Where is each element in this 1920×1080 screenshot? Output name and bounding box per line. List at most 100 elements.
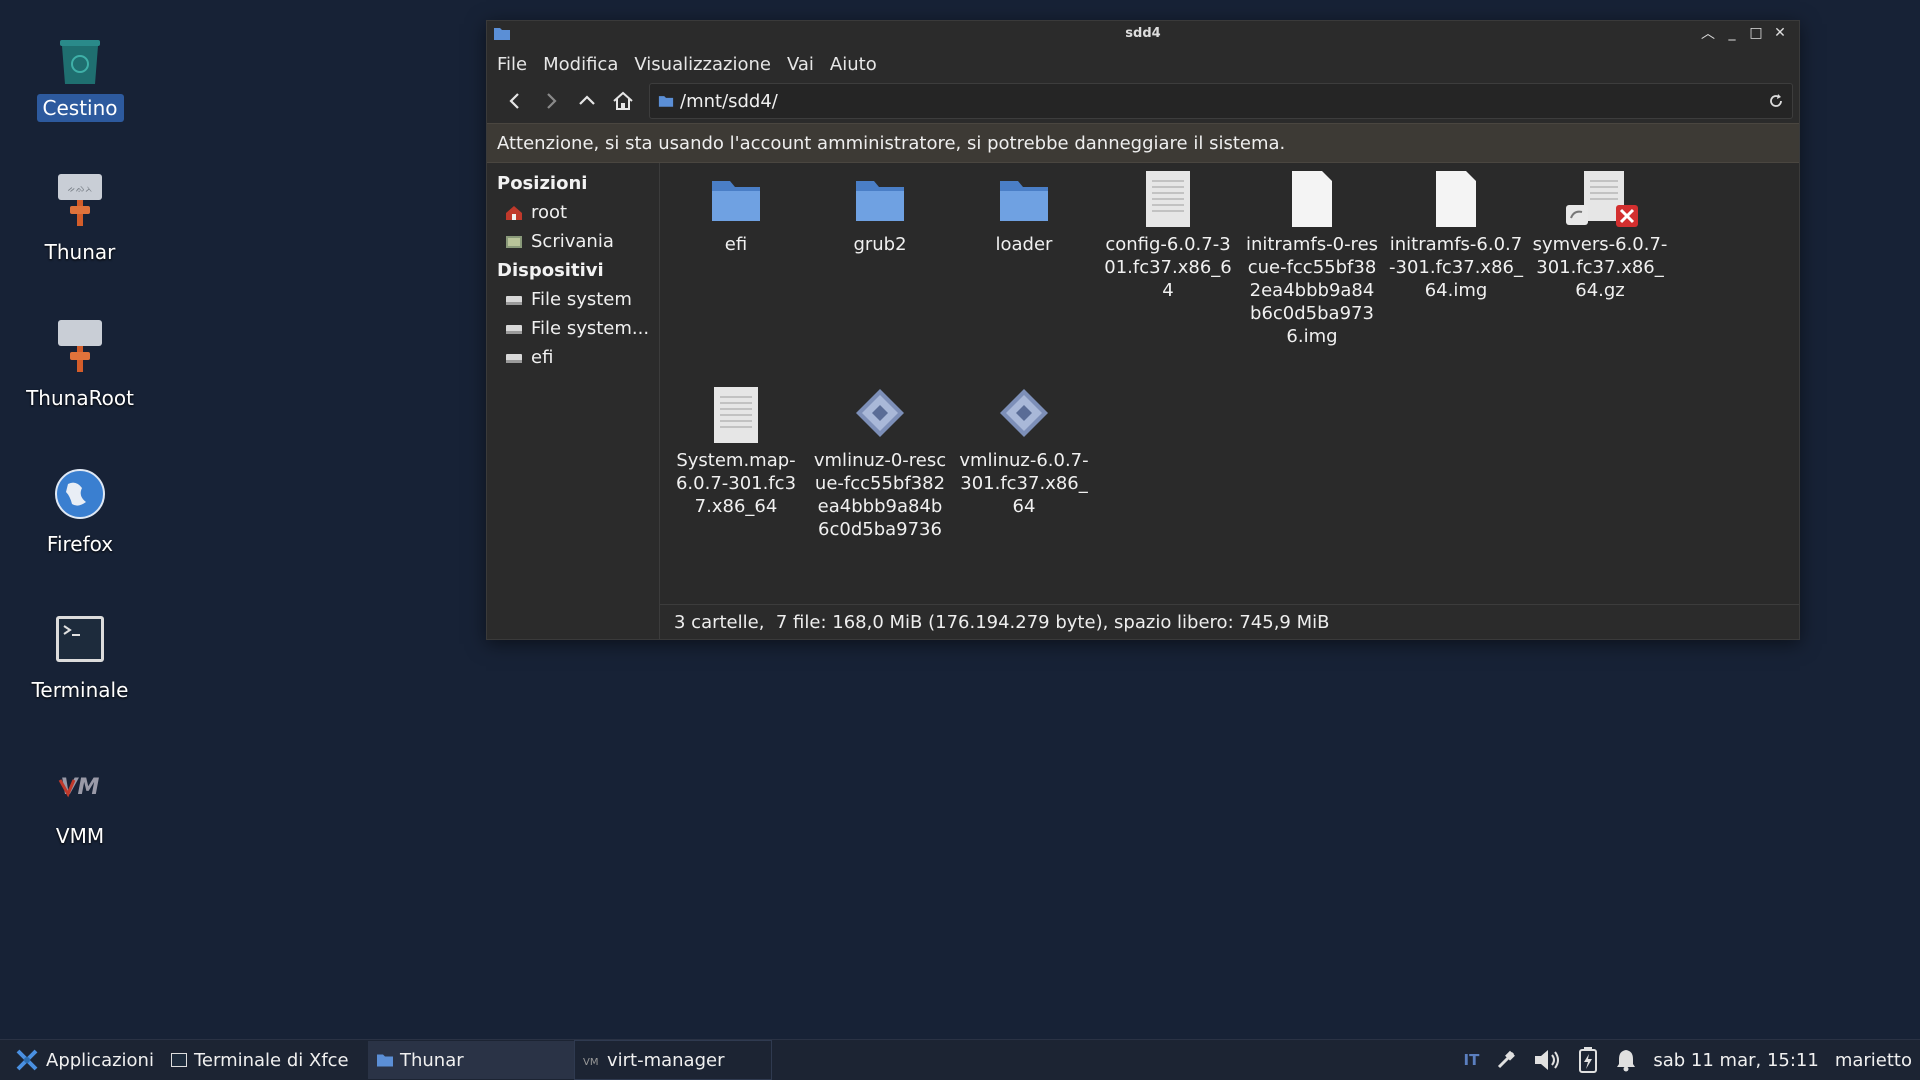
menu-file[interactable]: File: [497, 54, 527, 75]
clock[interactable]: sab 11 mar, 15:11: [1653, 1050, 1818, 1071]
toolbar: /mnt/sdd4/: [487, 81, 1799, 121]
folder-icon: [850, 169, 910, 229]
network-icon[interactable]: [1495, 1049, 1517, 1071]
sidebar-item-label: File system: [531, 289, 632, 310]
window-titlebar[interactable]: sdd4 ︿ _ □ ✕: [487, 21, 1799, 47]
blank-file-icon: [1282, 169, 1342, 229]
file-name: symvers-6.0.7-301.fc37.x86_64.gz: [1532, 234, 1668, 301]
menu-view[interactable]: Visualizzazione: [634, 54, 771, 75]
notification-bell-icon[interactable]: [1615, 1048, 1637, 1072]
file-name: vmlinuz-6.0.7-301.fc37.x86_64: [959, 450, 1089, 517]
desktop-icon-terminal[interactable]: Terminale: [10, 608, 150, 704]
menu-bar: File Modifica Visualizzazione Vai Aiuto: [487, 47, 1799, 81]
file-item-folder[interactable]: efi: [668, 169, 804, 256]
parent-folder-button[interactable]: [569, 84, 605, 118]
task-label: virt-manager: [606, 1049, 725, 1071]
location-bar[interactable]: /mnt/sdd4/: [649, 83, 1793, 119]
keyboard-layout-indicator[interactable]: IT: [1464, 1051, 1480, 1069]
admin-warning-text: Attenzione, si sta usando l'account ammi…: [497, 132, 1286, 154]
battery-charging-icon[interactable]: [1577, 1046, 1599, 1074]
file-name: config-6.0.7-301.fc37.x86_64: [1104, 234, 1232, 301]
sidebar-item-efi[interactable]: efi: [487, 343, 659, 372]
file-manager-icon: ᨀᨁᨂ: [48, 170, 112, 234]
globe-icon: [48, 462, 112, 526]
back-button[interactable]: [497, 84, 533, 118]
forward-arrow-icon: [547, 93, 557, 109]
desktop-icon-trash[interactable]: Cestino: [10, 26, 150, 122]
sidebar-section-places: Posizioni: [497, 173, 588, 194]
xfce-logo-icon: [16, 1049, 38, 1071]
status-bar: 3 cartelle, 7 file: 168,0 MiB (176.194.2…: [660, 604, 1799, 639]
home-icon: [505, 205, 523, 221]
file-item-folder[interactable]: loader: [956, 169, 1092, 256]
folder-icon: [994, 169, 1054, 229]
svg-text:ᨀᨁᨂ: ᨀᨁᨂ: [67, 184, 92, 195]
desktop-icon-label: ThunaRoot: [26, 386, 134, 410]
home-button[interactable]: [605, 84, 641, 118]
task-terminal[interactable]: Terminale di Xfce: [162, 1041, 368, 1079]
desktop-icon-thunar[interactable]: ᨀᨁᨂ Thunar: [10, 170, 150, 266]
menu-help[interactable]: Aiuto: [830, 54, 877, 75]
up-arrow-icon: [579, 95, 595, 105]
sidebar-item-desktop[interactable]: Scrivania: [487, 227, 659, 256]
desktop-icon-label: Thunar: [44, 240, 116, 264]
file-item-executable[interactable]: vmlinuz-6.0.7-301.fc37.x86_64: [956, 385, 1092, 518]
text-file-icon: [706, 385, 766, 445]
file-manager-window: sdd4 ︿ _ □ ✕ File Modifica Visualizzazio…: [486, 20, 1800, 640]
file-item-blank[interactable]: initramfs-0-rescue-fcc55bf382ea4bbb9a84b…: [1244, 169, 1380, 348]
close-icon[interactable]: ✕: [1771, 24, 1789, 42]
file-item-folder[interactable]: grub2: [812, 169, 948, 256]
desktop-icon-label: VMM: [55, 824, 105, 848]
maximize-icon[interactable]: □: [1747, 24, 1765, 42]
terminal-icon: [170, 1053, 187, 1067]
file-manager-icon: [48, 316, 112, 380]
file-item-executable[interactable]: vmlinuz-0-rescue-fcc55bf382ea4bbb9a84b6c…: [812, 385, 948, 541]
sidebar-item-label: File system...: [531, 318, 650, 339]
file-item-broken-link[interactable]: symvers-6.0.7-301.fc37.x86_64.gz: [1532, 169, 1668, 302]
location-path[interactable]: /mnt/sdd4/: [680, 91, 1768, 112]
task-virt-manager[interactable]: VM virt-manager: [573, 1040, 772, 1080]
sidebar-item-filesystem-2[interactable]: File system...: [487, 314, 659, 343]
executable-icon: [994, 385, 1054, 445]
task-thunar[interactable]: Thunar: [367, 1041, 574, 1079]
volume-icon[interactable]: [1533, 1048, 1561, 1072]
file-item-text[interactable]: config-6.0.7-301.fc37.x86_64: [1100, 169, 1236, 302]
taskbar: Applicazioni Terminale di Xfce Thunar VM…: [0, 1039, 1920, 1080]
file-name: grub2: [853, 234, 907, 255]
folder-icon: [706, 169, 766, 229]
drive-icon: [505, 292, 523, 308]
back-arrow-icon: [509, 93, 519, 109]
file-item-blank[interactable]: initramfs-6.0.7-301.fc37.x86_64.img: [1388, 169, 1524, 302]
reload-icon[interactable]: [1768, 93, 1784, 109]
text-file-icon: [1138, 169, 1198, 229]
menu-edit[interactable]: Modifica: [543, 54, 618, 75]
svg-text:VM: VM: [61, 775, 100, 800]
broken-link-file-icon: [1566, 169, 1638, 229]
forward-button[interactable]: [533, 84, 569, 118]
menu-go[interactable]: Vai: [787, 54, 814, 75]
applications-menu-button[interactable]: Applicazioni: [0, 1041, 162, 1079]
desktop-icon-firefox[interactable]: Firefox: [10, 462, 150, 558]
sidebar-item-root[interactable]: root: [487, 198, 659, 227]
sidebar: Posizioni root Scrivania Dispositivi Fil…: [487, 163, 660, 639]
executable-icon: [850, 385, 910, 445]
sidebar-item-filesystem[interactable]: File system: [487, 285, 659, 314]
file-view[interactable]: efi grub2 loader config-6.0.7-301.fc37.x…: [660, 163, 1799, 639]
applications-label: Applicazioni: [46, 1049, 154, 1071]
status-text: 3 cartelle, 7 file: 168,0 MiB (176.194.2…: [674, 611, 1330, 633]
desktop-icon-vmm[interactable]: VM VMM: [10, 754, 150, 850]
home-icon: [613, 91, 633, 110]
desktop-icon-thunaroot[interactable]: ThunaRoot: [10, 316, 150, 412]
blank-file-icon: [1426, 169, 1486, 229]
folder-icon: [376, 1054, 393, 1067]
shade-icon[interactable]: ︿: [1699, 24, 1717, 42]
file-name: efi: [724, 234, 748, 255]
minimize-icon[interactable]: _: [1723, 24, 1741, 42]
file-name: initramfs-6.0.7-301.fc37.x86_64.img: [1389, 234, 1523, 301]
file-name: System.map-6.0.7-301.fc37.x86_64: [675, 450, 797, 517]
file-name: vmlinuz-0-rescue-fcc55bf382ea4bbb9a84b6c…: [813, 450, 947, 540]
task-label: Thunar: [399, 1049, 464, 1071]
user-name[interactable]: marietto: [1835, 1050, 1912, 1071]
file-item-text[interactable]: System.map-6.0.7-301.fc37.x86_64: [668, 385, 804, 518]
sidebar-item-label: root: [531, 202, 568, 223]
